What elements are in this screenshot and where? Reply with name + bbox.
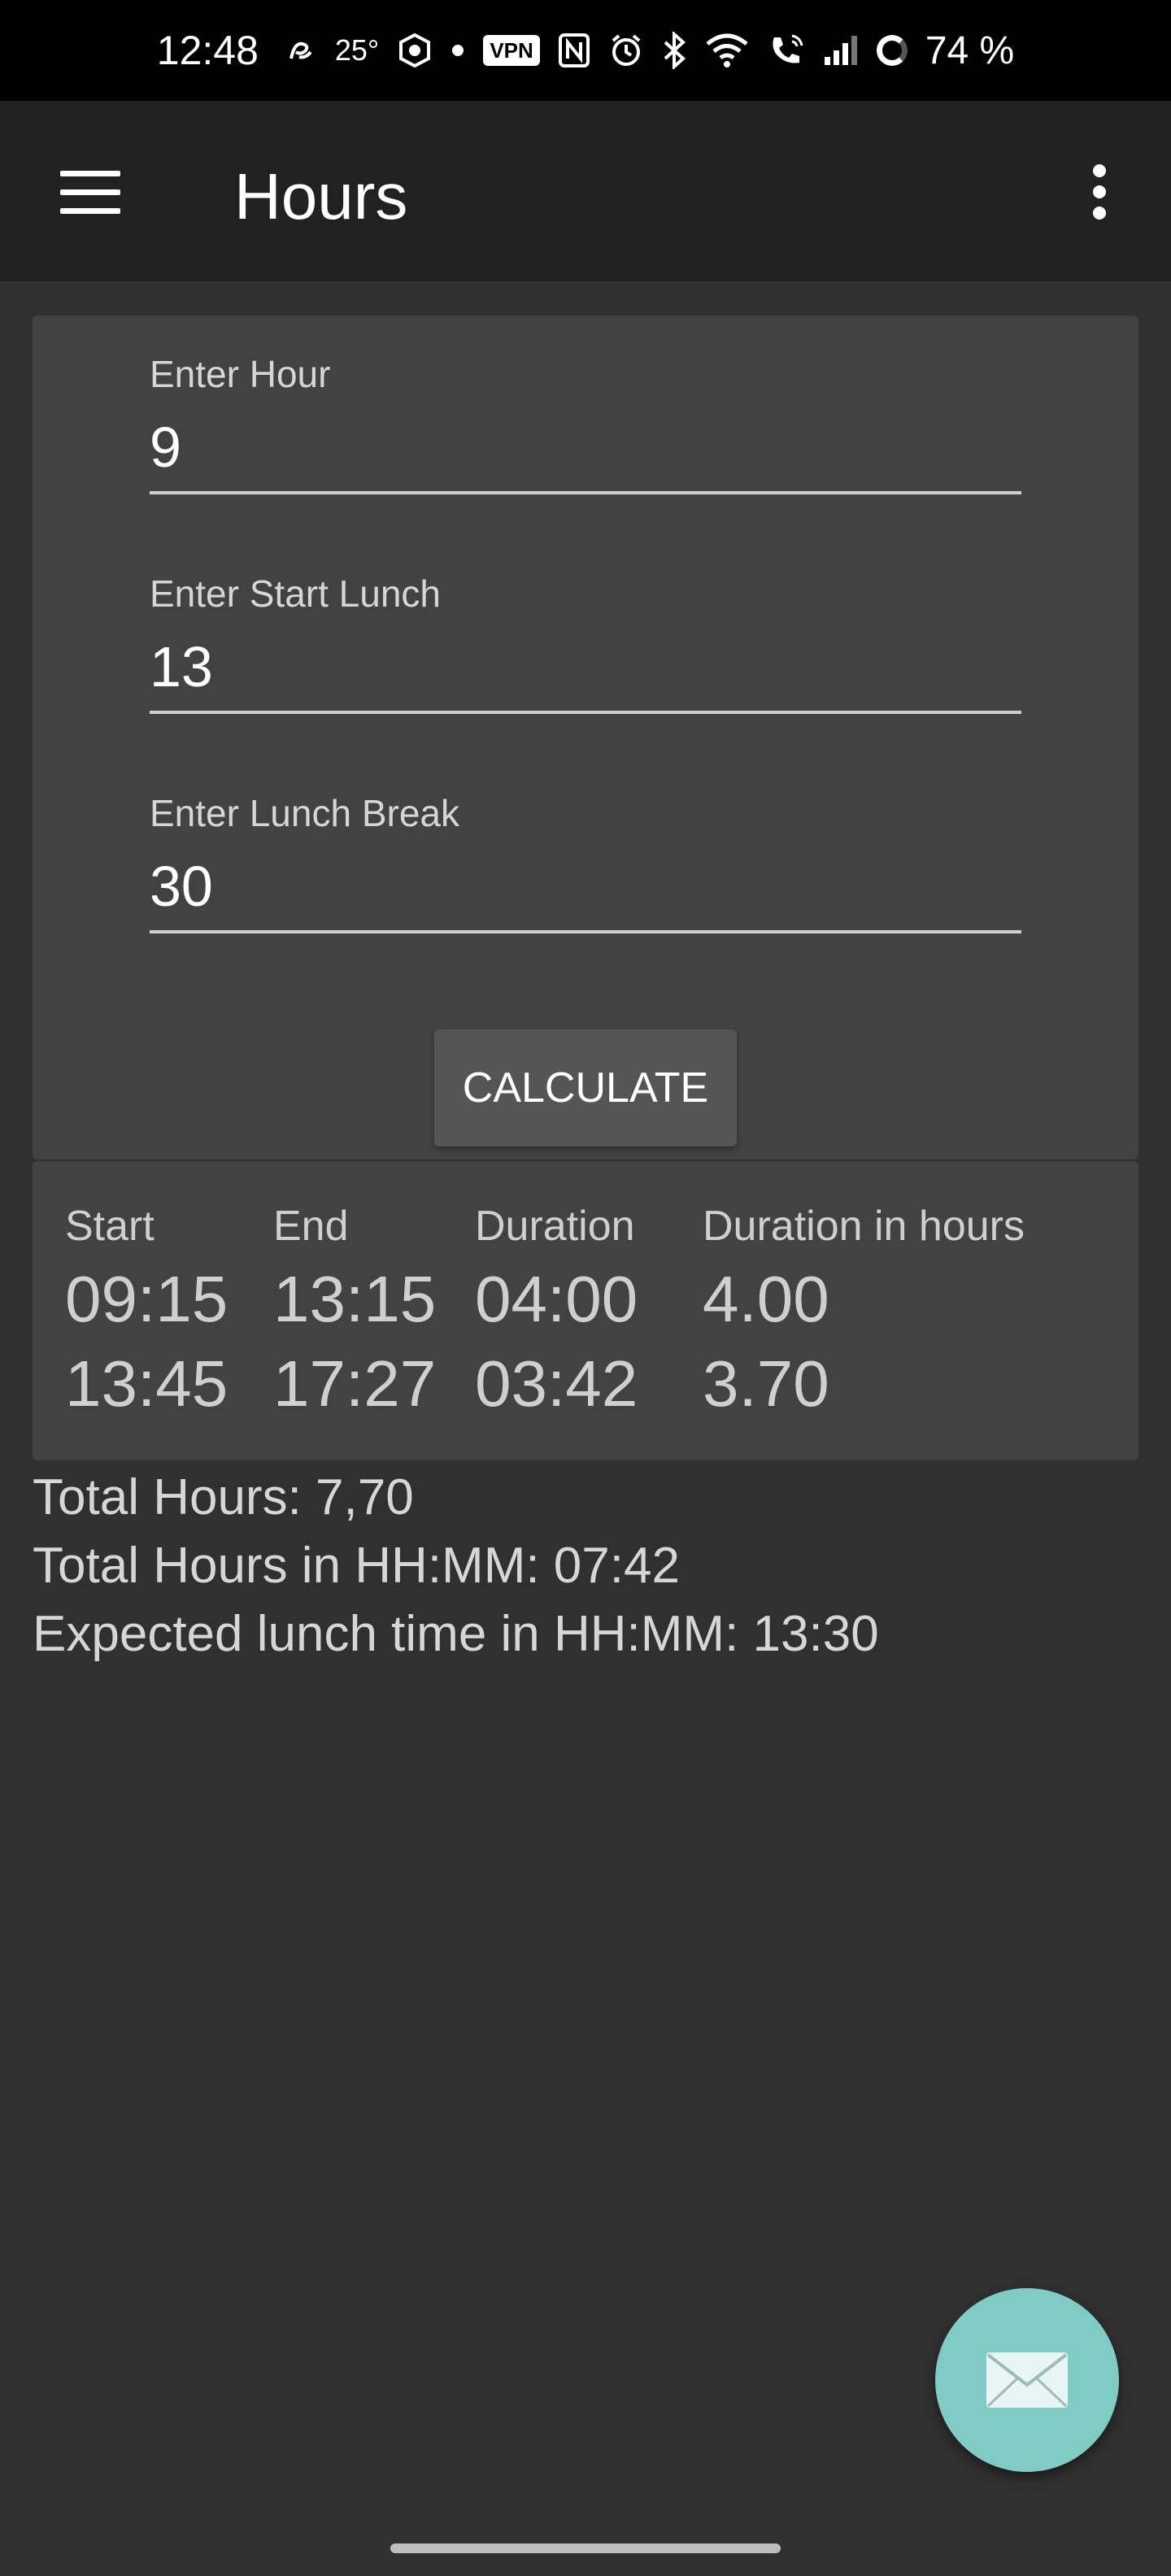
start-header: Start <box>65 1203 155 1250</box>
status-temperature: 25° <box>334 33 380 67</box>
input-card: Enter Hour Enter Start Lunch Enter Lunch… <box>33 315 1138 1160</box>
end-header: End <box>273 1203 349 1250</box>
table-cell: 13:45 <box>65 1347 229 1420</box>
status-bar: 12:48 25° VPN 74 % <box>0 0 1171 101</box>
hour-label: Enter Hour <box>150 353 331 395</box>
status-battery: 74 % <box>925 28 1015 72</box>
table-cell: 04:00 <box>475 1263 638 1335</box>
table-cell: 4.00 <box>703 1263 829 1335</box>
lunch-break-label: Enter Lunch Break <box>150 792 460 834</box>
gesture-nav-bar[interactable] <box>390 2543 781 2553</box>
menu-icon[interactable] <box>59 171 124 216</box>
duration-hours-header: Duration in hours <box>703 1203 1025 1250</box>
table-cell: 17:27 <box>273 1347 437 1420</box>
notification-dot-icon <box>451 43 465 58</box>
more-vert-icon[interactable] <box>1082 164 1117 223</box>
signal-icon <box>823 34 859 67</box>
lunch-break-input[interactable] <box>150 847 1021 933</box>
total-hhmm-text: Total Hours in HH:MM: 07:42 <box>33 1538 680 1594</box>
table-cell: 3.70 <box>703 1347 829 1420</box>
end-column: End 13:15 17:27 <box>273 1200 436 1426</box>
nfc-icon <box>558 33 590 68</box>
calculate-button[interactable]: CALCULATE <box>434 1029 737 1147</box>
status-time: 12:48 <box>156 28 259 73</box>
app-bar: Hours <box>0 101 1171 281</box>
duration-hours-column: Duration in hours 4.00 3.70 <box>703 1200 1025 1426</box>
table-cell: 13:15 <box>273 1263 437 1335</box>
email-fab-button[interactable] <box>935 2288 1119 2472</box>
totals-section: Total Hours: 7,70 Total Hours in HH:MM: … <box>33 1464 879 1669</box>
alarm-icon <box>608 33 644 68</box>
hour-field: Enter Hour <box>150 351 1021 494</box>
start-lunch-label: Enter Start Lunch <box>150 572 441 615</box>
table-cell: 09:15 <box>65 1263 229 1335</box>
email-icon <box>986 2352 1068 2408</box>
total-hours-text: Total Hours: 7,70 <box>33 1469 414 1525</box>
start-lunch-input[interactable] <box>150 628 1021 714</box>
duration-column: Duration 04:00 03:42 <box>475 1200 638 1426</box>
lunch-break-field: Enter Lunch Break <box>150 790 1021 933</box>
wifi-icon <box>704 33 750 68</box>
duration-header: Duration <box>475 1203 635 1250</box>
crypto-app-icon <box>397 33 433 68</box>
start-lunch-field: Enter Start Lunch <box>150 571 1021 714</box>
wifi-calling-icon <box>768 33 805 68</box>
results-table: Start 09:15 13:45 End 13:15 17:27 Durati… <box>33 1161 1138 1460</box>
table-cell: 03:42 <box>475 1347 638 1420</box>
bluetooth-icon <box>662 32 686 69</box>
expected-lunch-text: Expected lunch time in HH:MM: 13:30 <box>33 1606 879 1662</box>
vpn-icon: VPN <box>483 35 540 66</box>
start-column: Start 09:15 13:45 <box>65 1200 228 1426</box>
notification-app-icon <box>285 34 317 67</box>
page-title: Hours <box>234 160 408 233</box>
battery-icon <box>876 35 908 66</box>
hour-input[interactable] <box>150 408 1021 494</box>
